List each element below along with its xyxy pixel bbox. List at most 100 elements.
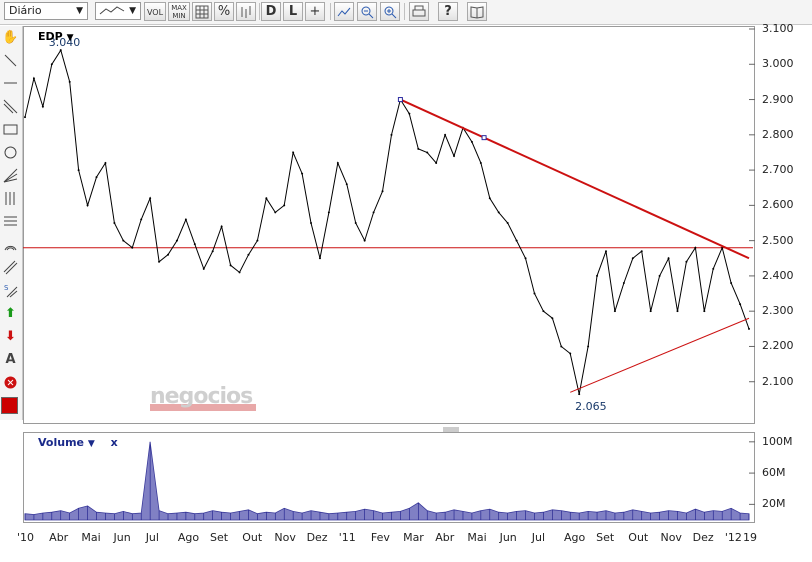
price-point (622, 281, 625, 284)
hand-tool[interactable]: ✋ (1, 28, 20, 47)
y-tick-label: 2.800 (762, 127, 794, 141)
chevron-down-icon: ▼ (66, 33, 74, 43)
x-tick-label: '11 (338, 531, 356, 544)
ray-tool[interactable] (1, 97, 20, 116)
percent-button[interactable]: % (214, 2, 234, 21)
color-picker[interactable] (1, 396, 20, 415)
delete-tool[interactable] (1, 373, 20, 392)
print-button[interactable] (409, 2, 429, 21)
x-tick-label: Nov (660, 531, 682, 544)
trend-line-handle[interactable] (397, 97, 403, 103)
bars-icon (241, 6, 251, 18)
daily-button[interactable]: D (261, 2, 281, 21)
zoom-fit-icon (337, 7, 351, 17)
speed-lines-tool[interactable]: S (1, 281, 20, 300)
buy-arrow-tool[interactable]: ⬆ (1, 304, 20, 323)
price-point (41, 105, 44, 108)
arc-tool[interactable] (1, 235, 20, 254)
x-tick-label: '12 (724, 531, 742, 544)
downtrend-line[interactable] (399, 98, 750, 260)
delete-icon (4, 376, 17, 389)
circle-tool[interactable] (1, 143, 20, 162)
price-point (685, 260, 688, 263)
price-point (426, 151, 429, 154)
price-point (506, 222, 509, 224)
x-tick-label: Ago (563, 531, 586, 544)
zoom-fit-button[interactable] (334, 2, 354, 21)
trend-line-handle[interactable] (481, 135, 487, 141)
price-point (488, 197, 491, 200)
watermark-text: negocios (150, 384, 253, 409)
y-tick-label: 2.200 (762, 339, 794, 353)
x-tick-label: Jun (499, 531, 517, 544)
price-point (158, 260, 161, 263)
price-point (587, 345, 590, 348)
fan-icon (3, 168, 18, 183)
grid-button[interactable] (192, 2, 212, 21)
hand-icon: ✋ (2, 30, 19, 45)
panel-splitter[interactable] (23, 424, 754, 433)
y-tick-label: 2.500 (762, 233, 794, 247)
x-tick-label: Set (210, 531, 229, 544)
x-tick-label: Mar (403, 531, 424, 544)
fibonacci-tool[interactable] (1, 212, 20, 231)
price-point (202, 267, 205, 270)
crosshair-button[interactable]: + (305, 2, 325, 21)
parallel-tool[interactable] (1, 258, 20, 277)
drawing-tools: ✋ S ⬆ ⬇ A (0, 26, 23, 420)
compare-button[interactable] (236, 2, 256, 21)
rectangle-tool[interactable] (1, 120, 20, 139)
chart-type-select[interactable]: ▼ (95, 2, 141, 20)
price-point (310, 222, 313, 224)
price-point (68, 80, 71, 83)
price-point (453, 154, 456, 157)
y-tick-label: 2.300 (762, 304, 794, 318)
price-point (694, 246, 697, 249)
volume-button[interactable]: VOL (144, 2, 166, 21)
manual-button[interactable] (467, 2, 487, 21)
price-point (596, 274, 599, 277)
zoom-in-button[interactable] (380, 2, 400, 21)
volume-chart[interactable] (23, 432, 755, 523)
price-point (122, 239, 125, 242)
x-tick-label: Out (242, 531, 263, 544)
fan-tool[interactable] (1, 166, 20, 185)
price-point (149, 197, 152, 200)
period-select[interactable]: Diário ▼ (4, 2, 88, 20)
price-point (193, 243, 196, 246)
price-point (301, 172, 304, 175)
volume-close-button[interactable]: x (111, 436, 118, 449)
volume-area (24, 441, 750, 521)
price-point (104, 162, 107, 165)
price-point (140, 218, 143, 221)
sell-arrow-tool[interactable]: ⬇ (1, 327, 20, 346)
linear-button[interactable]: L (283, 2, 303, 21)
price-point (283, 204, 286, 207)
symbol-selector[interactable]: EDP ▼ (38, 30, 73, 43)
price-point (345, 183, 348, 186)
price-point (408, 112, 411, 115)
y-tick-label: 3.100 (762, 22, 794, 35)
channel-tool[interactable] (1, 189, 20, 208)
rectangle-icon (3, 124, 18, 135)
help-button[interactable]: ? (438, 2, 458, 21)
horizontal-lines-icon (4, 216, 17, 226)
arrow-down-icon: ⬇ (5, 329, 16, 344)
volume-title-group[interactable]: Volume ▼ x (38, 436, 118, 449)
text-tool[interactable]: A (1, 350, 20, 369)
price-point (238, 271, 241, 274)
line-tool[interactable] (1, 51, 20, 70)
price-point (211, 250, 214, 253)
price-point (32, 77, 35, 80)
price-point (318, 257, 321, 260)
zoom-in-icon (384, 6, 397, 19)
maxmin-button[interactable]: MAX MIN (168, 2, 190, 21)
price-point (167, 253, 170, 256)
volume-tick-label: 60M (762, 466, 786, 480)
zoom-out-button[interactable] (357, 2, 377, 21)
price-point (604, 250, 607, 253)
y-tick-label: 2.600 (762, 198, 794, 212)
uptrend-line[interactable] (570, 317, 750, 393)
horizontal-line-tool[interactable] (1, 74, 20, 93)
price-chart[interactable]: 3.0402.065 (23, 26, 755, 424)
